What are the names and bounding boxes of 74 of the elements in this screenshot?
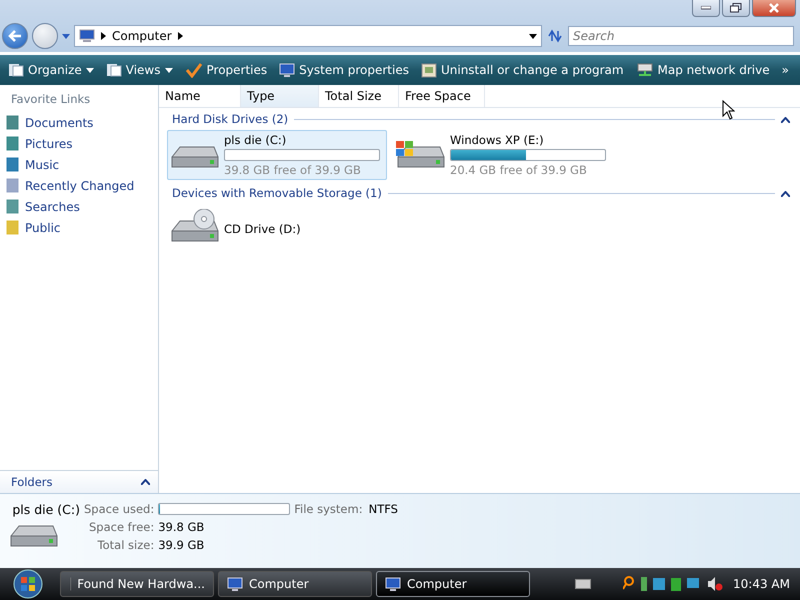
taskbar-button[interactable]: Computer — [218, 571, 372, 597]
detail-value: 39.9 GB — [158, 538, 206, 552]
collapse-icon[interactable] — [781, 117, 790, 123]
taskbar-button[interactable]: Found New Hardwa... — [60, 571, 214, 597]
network-drive-icon — [636, 62, 654, 78]
favorite-link[interactable]: Music — [0, 154, 158, 175]
clock: 10:43 AM — [733, 577, 790, 591]
muted-speaker-icon[interactable] — [707, 576, 724, 592]
drive-item[interactable]: CD Drive (D:) — [167, 204, 387, 254]
menu-icon — [8, 63, 24, 77]
favorite-link[interactable]: Searches — [0, 196, 158, 217]
detail-label: Total size: — [96, 538, 154, 552]
folders-bar[interactable]: Folders — [0, 470, 158, 493]
toolbar-button[interactable]: Map network drive — [636, 62, 770, 78]
minimize-button[interactable] — [692, 0, 720, 17]
address-bar[interactable]: Computer — [74, 25, 542, 47]
close-button[interactable] — [752, 0, 796, 17]
collapse-icon[interactable] — [141, 479, 150, 485]
free-space-text: 20.4 GB free of 39.9 GB — [450, 163, 588, 177]
caret-icon — [164, 68, 172, 72]
restore-button[interactable] — [722, 0, 750, 17]
sidebar-heading: Favorite Links — [10, 91, 92, 108]
close-icon — [769, 3, 779, 13]
program-icon — [420, 62, 437, 78]
search-field[interactable]: Search — [568, 26, 794, 46]
favorite-link[interactable]: Documents — [0, 112, 158, 133]
monitor-icon — [279, 62, 296, 78]
history-dropdown-icon[interactable] — [62, 34, 70, 38]
group-heading: Hard Disk Drives (2) — [172, 112, 288, 126]
detail-label: File system: — [294, 502, 363, 516]
chevron-icon — [101, 32, 106, 40]
drive-name: pls die (C:) — [224, 133, 288, 147]
chevron-icon — [178, 32, 183, 40]
column-header[interactable]: Type — [241, 85, 319, 107]
minimize-icon — [701, 6, 711, 10]
detail-value: NTFS — [368, 502, 398, 516]
free-space-text: 39.8 GB free of 39.9 GB — [224, 163, 362, 177]
arrow-left-icon — [8, 30, 22, 42]
detail-label: Space free: — [88, 520, 154, 534]
favorite-link[interactable]: Public — [0, 217, 158, 238]
favorite-link[interactable]: Recently Changed — [0, 175, 158, 196]
detail-label: Space used: — [84, 502, 154, 516]
drive-name: Windows XP (E:) — [450, 133, 545, 147]
menu-icon — [106, 63, 122, 77]
drive-item[interactable]: pls die (C:) 39.8 GB free of 39.9 GB — [167, 130, 387, 180]
toolbar-button[interactable]: Properties — [184, 62, 268, 78]
toolbar-button[interactable]: Views — [106, 63, 172, 77]
checkmark-icon — [184, 62, 202, 78]
folders-label: Folders — [11, 475, 53, 489]
dropdown-icon[interactable] — [529, 34, 537, 38]
more-button[interactable]: » — [782, 63, 789, 77]
back-button[interactable] — [2, 23, 28, 49]
computer-icon — [385, 576, 401, 592]
taskbar-button[interactable]: Computer — [376, 571, 530, 597]
drive-name: pls die (C:) — [12, 502, 80, 516]
group-heading: Devices with Removable Storage (1) — [172, 186, 382, 200]
caret-icon — [86, 68, 94, 72]
forward-button[interactable] — [32, 23, 58, 49]
favorite-link[interactable]: Pictures — [0, 133, 158, 154]
computer-icon — [227, 576, 243, 592]
restore-icon — [730, 3, 742, 13]
keyboard-icon[interactable] — [575, 579, 592, 589]
cursor-icon — [722, 100, 735, 120]
toolbar-button[interactable]: Uninstall or change a program — [420, 62, 624, 78]
collapse-icon[interactable] — [781, 191, 790, 197]
detail-value: 39.8 GB — [158, 520, 206, 534]
toolbar-button[interactable]: System properties — [279, 62, 409, 78]
device-icon — [69, 576, 72, 592]
drive-item[interactable]: Windows XP (E:) 20.4 GB free of 39.9 GB — [393, 130, 613, 180]
drive-name: CD Drive (D:) — [224, 222, 301, 236]
toolbar-button[interactable]: Organize — [8, 63, 94, 77]
breadcrumb[interactable]: Computer — [112, 29, 172, 43]
refresh-icon[interactable] — [546, 28, 564, 44]
computer-icon — [79, 29, 95, 43]
